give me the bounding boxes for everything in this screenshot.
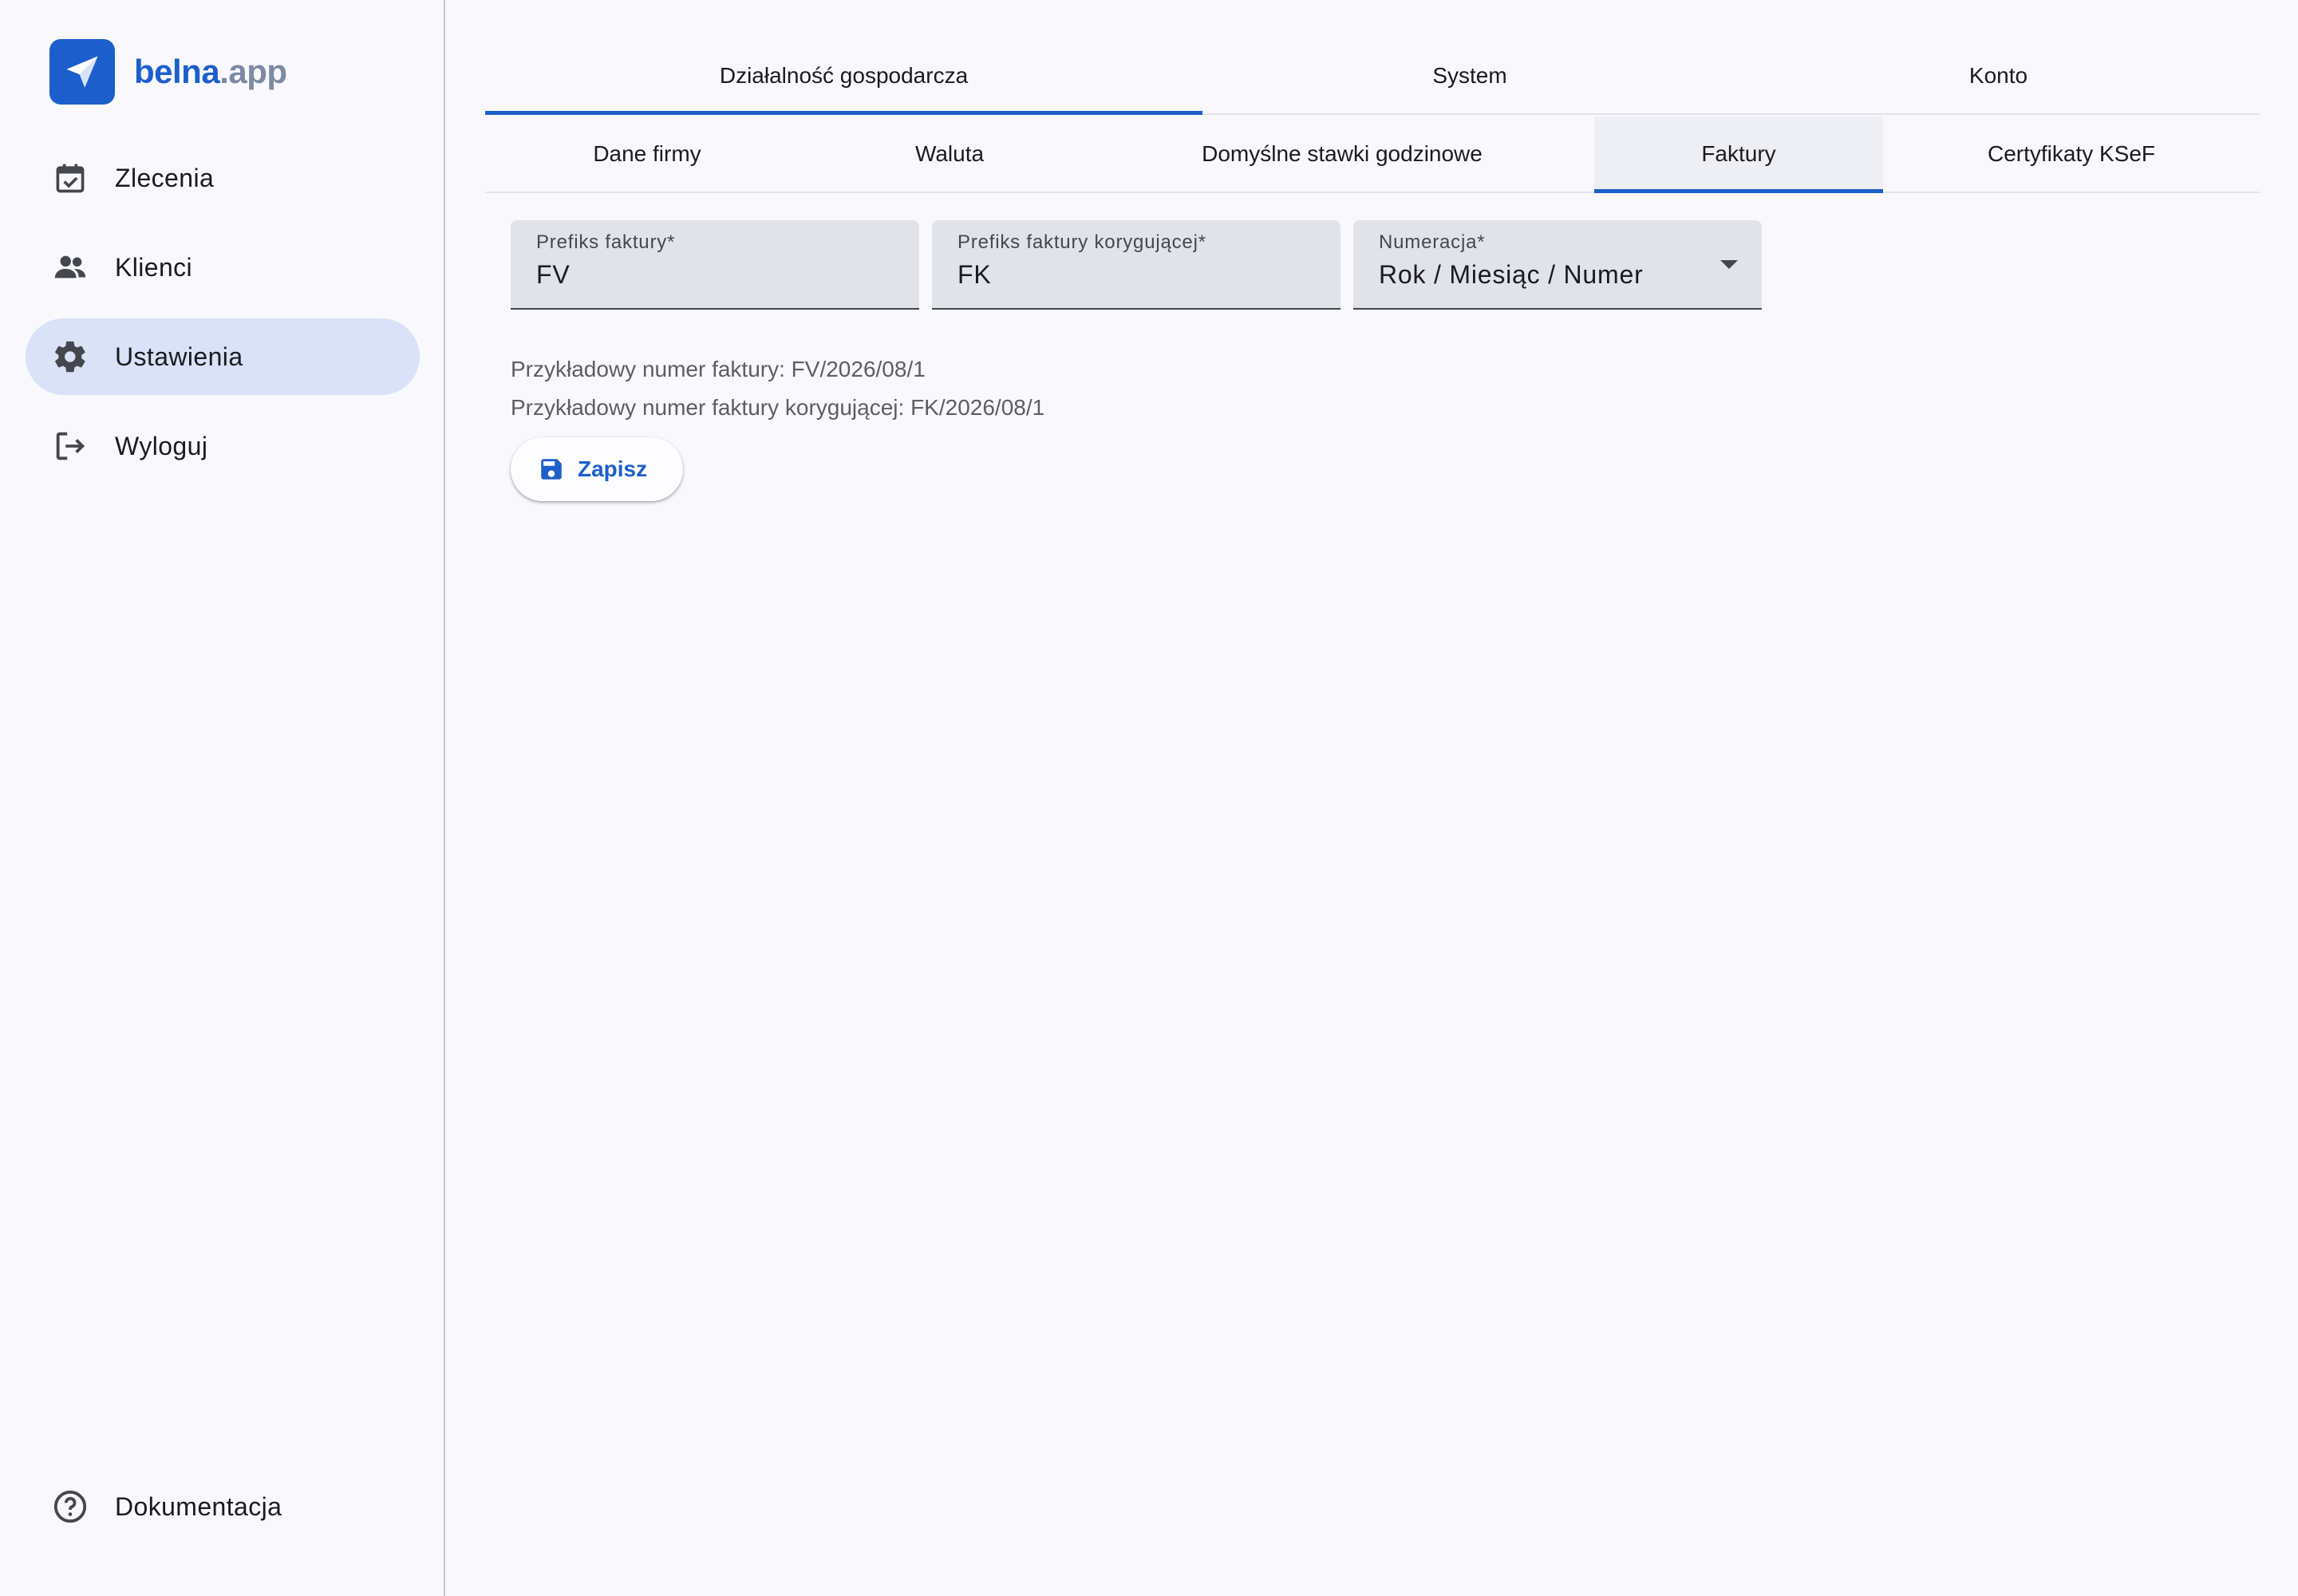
sidebar-item-label: Wyloguj	[115, 431, 208, 460]
tab-dzialalnosc-gospodarcza[interactable]: Działalność gospodarcza	[485, 38, 1202, 115]
invoice-prefix-field[interactable]: Prefiks faktury*	[511, 220, 919, 310]
sidebar: belna.app Zlecenia Klienci Ustawienia Wy…	[0, 0, 445, 1596]
sidebar-item-wyloguj[interactable]: Wyloguj	[26, 408, 420, 484]
tab-dane-firmy[interactable]: Dane firmy	[485, 117, 809, 192]
tab-domyslne-stawki-godzinowe[interactable]: Domyślne stawki godzinowe	[1090, 117, 1594, 192]
tab-label: Faktury	[1701, 141, 1776, 166]
sidebar-item-label: Klienci	[115, 252, 193, 282]
tab-konto[interactable]: Konto	[1737, 38, 2260, 113]
primary-tabs: Działalność gospodarcza System Konto	[485, 38, 2260, 115]
logo-text: belna.app	[134, 53, 287, 91]
tab-system[interactable]: System	[1202, 38, 1737, 113]
invoice-prefix-input[interactable]	[536, 260, 894, 290]
save-floppy-icon	[538, 456, 565, 483]
sidebar-item-label: Zlecenia	[115, 163, 215, 192]
calendar-check-icon	[51, 159, 89, 197]
logo-text-secondary: .app	[219, 53, 287, 90]
invoice-example-text: Przykładowy numer faktury: FV/2026/08/1	[511, 357, 926, 381]
invoice-prefix-label: Prefiks faktury*	[536, 231, 676, 253]
numbering-value: Rok / Miesiąc / Numer	[1379, 260, 1644, 289]
logo-text-primary: belna	[134, 53, 220, 90]
correction-prefix-input[interactable]	[958, 260, 1315, 290]
dropdown-arrow-icon[interactable]	[1720, 260, 1738, 269]
sidebar-item-dokumentacja[interactable]: Dokumentacja	[26, 1468, 420, 1545]
logo-paper-plane-icon	[49, 39, 115, 105]
tab-label: Domyślne stawki godzinowe	[1202, 141, 1483, 166]
sidebar-item-ustawienia[interactable]: Ustawienia	[26, 318, 420, 395]
main-content: Działalność gospodarcza System Konto Dan…	[447, 0, 2298, 1596]
sidebar-item-klienci[interactable]: Klienci	[26, 229, 420, 306]
tab-label: Waluta	[914, 141, 985, 166]
sidebar-item-zlecenia[interactable]: Zlecenia	[26, 140, 420, 216]
correction-prefix-field[interactable]: Prefiks faktury korygującej*	[932, 220, 1340, 310]
help-circle-icon	[51, 1487, 89, 1526]
tab-faktury[interactable]: Faktury	[1594, 117, 1883, 193]
numbering-label: Numeracja*	[1379, 231, 1486, 253]
tab-label: Działalność gospodarcza	[719, 63, 969, 88]
save-button[interactable]: Zapisz	[511, 437, 683, 501]
logo[interactable]: belna.app	[49, 38, 287, 105]
numbering-select[interactable]: Numeracja* Rok / Miesiąc / Numer	[1353, 220, 1762, 310]
sidebar-item-label: Dokumentacja	[115, 1491, 282, 1521]
secondary-tabs: Dane firmy Waluta Domyślne stawki godzin…	[485, 117, 2260, 193]
correction-prefix-label: Prefiks faktury korygującej*	[958, 231, 1206, 253]
correction-example-text: Przykładowy numer faktury korygującej: F…	[511, 395, 1045, 420]
people-icon	[51, 248, 89, 286]
tab-label: Konto	[1968, 63, 2028, 88]
tab-label: Dane firmy	[593, 141, 701, 166]
tab-certyfikaty-ksef[interactable]: Certyfikaty KSeF	[1883, 117, 2260, 192]
save-button-label: Zapisz	[578, 456, 648, 481]
gear-icon	[51, 338, 89, 376]
tab-waluta[interactable]: Waluta	[809, 117, 1090, 192]
tab-label: System	[1432, 63, 1507, 88]
logout-icon	[51, 427, 89, 465]
sidebar-item-label: Ustawienia	[115, 342, 243, 371]
app-root: belna.app Zlecenia Klienci Ustawienia Wy…	[0, 0, 2298, 1596]
tab-label: Certyfikaty KSeF	[1987, 141, 2156, 166]
